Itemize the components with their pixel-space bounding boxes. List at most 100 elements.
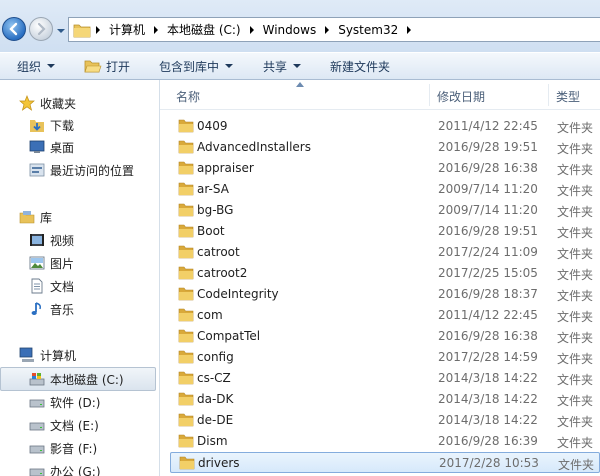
file-modified-date: 2016/9/28 18:37: [438, 287, 538, 301]
file-type: 文件夹: [557, 247, 594, 261]
file-modified-date: 2017/2/28 14:59: [438, 350, 538, 364]
column-name[interactable]: 名称: [176, 88, 200, 105]
file-name: config: [197, 350, 234, 364]
breadcrumb-chevron-icon[interactable]: [320, 18, 334, 41]
folder-icon: [178, 308, 194, 322]
drive-icon: [29, 399, 45, 408]
file-type: 文件夹: [557, 373, 594, 387]
drive-icon: [29, 422, 45, 431]
address-row: 计算机 本地磁盘 (C:) Windows System32: [0, 0, 600, 52]
column-divider[interactable]: [429, 84, 430, 106]
file-modified-date: 2009/7/14 11:20: [438, 182, 538, 196]
nav-documents[interactable]: 文档: [0, 275, 159, 297]
nav-favorites[interactable]: 收藏夹: [0, 92, 159, 114]
back-button[interactable]: [2, 17, 26, 41]
file-row[interactable]: de-DE 2014/3/18 14:22 文件夹: [170, 410, 600, 431]
desktop-icon: [29, 140, 45, 153]
file-modified-date: 2011/4/12 22:45: [438, 308, 538, 322]
music-note-icon: [31, 302, 41, 315]
breadcrumb-chevron-icon[interactable]: [402, 18, 416, 41]
file-row[interactable]: ar-SA 2009/7/14 11:20 文件夹: [170, 179, 600, 200]
file-modified-date: 2016/9/28 16:38: [438, 329, 538, 343]
windows-drive-icon: [29, 373, 45, 386]
file-row[interactable]: CodeIntegrity 2016/9/28 18:37 文件夹: [170, 284, 600, 305]
folder-icon: [179, 456, 195, 470]
file-name: CompatTel: [197, 329, 261, 343]
nav-drive-c[interactable]: 本地磁盘 (C:): [0, 367, 156, 391]
nav-music[interactable]: 音乐: [0, 298, 159, 320]
breadcrumb-drive-c[interactable]: 本地磁盘 (C:): [163, 18, 245, 41]
file-name: AdvancedInstallers: [197, 140, 311, 154]
file-row[interactable]: CompatTel 2016/9/28 16:38 文件夹: [170, 326, 600, 347]
file-name: catroot: [197, 245, 240, 259]
file-type: 文件夹: [557, 352, 594, 366]
nav-drive-f[interactable]: 影音 (F:): [0, 437, 159, 459]
downloads-folder-icon: [30, 120, 44, 132]
nav-desktop[interactable]: 桌面: [0, 136, 159, 158]
folder-icon: [178, 161, 194, 175]
file-name: drivers: [198, 456, 240, 470]
library-icon: [19, 211, 35, 224]
file-row[interactable]: AdvancedInstallers 2016/9/28 19:51 文件夹: [170, 137, 600, 158]
folder-icon: [178, 350, 194, 364]
file-name: de-DE: [197, 413, 234, 427]
nav-drive-g[interactable]: 办公 (G:): [0, 460, 159, 476]
share-button[interactable]: 共享: [263, 53, 302, 79]
folder-icon: [178, 287, 194, 301]
address-bar[interactable]: 计算机 本地磁盘 (C:) Windows System32: [68, 17, 600, 42]
file-type: 文件夹: [557, 289, 594, 303]
nav-computer[interactable]: 计算机: [0, 344, 159, 366]
file-type: 文件夹: [557, 268, 594, 282]
file-modified-date: 2016/9/28 19:51: [438, 224, 538, 238]
file-type: 文件夹: [557, 226, 594, 240]
computer-icon: [19, 347, 34, 362]
nav-videos[interactable]: 视频: [0, 229, 159, 251]
column-type[interactable]: 类型: [556, 88, 580, 105]
picture-icon: [29, 256, 45, 270]
file-row[interactable]: bg-BG 2009/7/14 11:20 文件夹: [170, 200, 600, 221]
folder-icon: [178, 182, 194, 196]
column-modified[interactable]: 修改日期: [437, 88, 485, 105]
breadcrumb-system32[interactable]: System32: [334, 18, 402, 41]
nav-recent-places[interactable]: 最近访问的位置: [0, 159, 159, 181]
nav-libraries[interactable]: 库: [0, 206, 159, 228]
file-modified-date: 2016/9/28 19:51: [438, 140, 538, 154]
nav-downloads[interactable]: 下载: [0, 114, 159, 136]
nav-pictures[interactable]: 图片: [0, 252, 159, 274]
breadcrumb-chevron-icon[interactable]: [149, 18, 163, 41]
folder-icon: [178, 140, 194, 154]
breadcrumb-chevron-icon[interactable]: [91, 18, 105, 41]
dropdown-arrow-icon: [47, 64, 56, 68]
file-row[interactable]: config 2017/2/28 14:59 文件夹: [170, 347, 600, 368]
file-name: CodeIntegrity: [197, 287, 279, 301]
nav-drive-e[interactable]: 文档 (E:): [0, 414, 159, 436]
organize-button[interactable]: 组织: [17, 53, 56, 79]
breadcrumb-windows[interactable]: Windows: [259, 18, 321, 41]
breadcrumb-computer[interactable]: 计算机: [105, 18, 149, 41]
recent-places-icon: [29, 163, 45, 177]
open-button[interactable]: 打开: [84, 53, 130, 79]
recent-pages-dropdown[interactable]: [56, 26, 66, 36]
folder-icon: [178, 413, 194, 427]
file-row[interactable]: catroot2 2017/2/25 15:05 文件夹: [170, 263, 600, 284]
nav-drive-d[interactable]: 软件 (D:): [0, 391, 159, 413]
arrow-left-icon: [9, 22, 18, 36]
file-row[interactable]: com 2011/4/12 22:45 文件夹: [170, 305, 600, 326]
breadcrumb-chevron-icon[interactable]: [245, 18, 259, 41]
include-in-library-button[interactable]: 包含到库中: [159, 53, 234, 79]
file-row[interactable]: drivers 2017/2/28 10:53 文件夹: [170, 452, 600, 473]
file-row[interactable]: 0409 2011/4/12 22:45 文件夹: [170, 116, 600, 137]
file-row[interactable]: appraiser 2016/9/28 16:38 文件夹: [170, 158, 600, 179]
file-row[interactable]: cs-CZ 2014/3/18 14:22 文件夹: [170, 368, 600, 389]
file-name: appraiser: [197, 161, 254, 175]
file-row[interactable]: Dism 2016/9/28 16:39 文件夹: [170, 431, 600, 452]
forward-button[interactable]: [29, 17, 53, 41]
column-divider[interactable]: [548, 84, 549, 106]
file-row[interactable]: Boot 2016/9/28 19:51 文件夹: [170, 221, 600, 242]
file-row[interactable]: da-DK 2014/3/18 14:22 文件夹: [170, 389, 600, 410]
dropdown-arrow-icon: [293, 64, 302, 68]
file-row[interactable]: catroot 2017/2/24 11:09 文件夹: [170, 242, 600, 263]
file-type: 文件夹: [557, 394, 594, 408]
new-folder-button[interactable]: 新建文件夹: [330, 53, 390, 79]
folder-icon: [178, 119, 194, 133]
